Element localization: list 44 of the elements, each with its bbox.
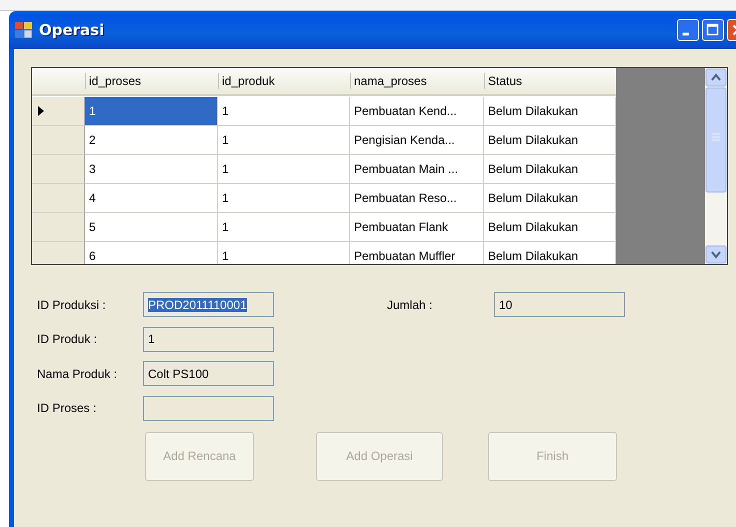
input-field[interactable]: Colt PS100 <box>143 361 274 386</box>
field-label: Jumlah : <box>387 298 434 312</box>
table-cell: Pengisian Kenda... <box>350 126 484 155</box>
field-label: ID Produk : <box>37 332 98 346</box>
field-label: ID Produksi : <box>37 298 107 312</box>
table-cell: 2 <box>85 126 218 155</box>
row-header[interactable] <box>32 126 85 155</box>
column-header[interactable]: id_proses <box>85 68 218 96</box>
row-header[interactable] <box>32 97 85 126</box>
table-cell: 1 <box>218 97 350 126</box>
table-cell: 1 <box>218 155 350 184</box>
table-cell: Pembuatan Flank <box>350 213 484 242</box>
maximize-button[interactable] <box>702 19 724 41</box>
table-cell: 1 <box>218 126 350 155</box>
corner-header <box>32 68 85 96</box>
row-header[interactable] <box>32 184 85 213</box>
column-header[interactable]: Status <box>484 68 616 96</box>
table-cell: 4 <box>85 184 218 213</box>
table-cell: 1 <box>85 97 218 126</box>
table-cell: 5 <box>85 213 218 242</box>
table-cell: Pembuatan Main ... <box>350 155 484 184</box>
row-header[interactable] <box>32 213 85 242</box>
field-label: Nama Produk : <box>37 366 118 380</box>
table-cell: Pembuatan Muffler <box>350 242 484 264</box>
table-cell: 3 <box>85 155 218 184</box>
window-title: Operasi <box>39 21 106 39</box>
current-row-icon <box>38 106 44 116</box>
app-icon <box>15 22 32 38</box>
scrollbar[interactable] <box>705 68 727 264</box>
field-label: ID Proses : <box>37 401 98 415</box>
minimize-button[interactable] <box>677 19 699 41</box>
table-cell: 6 <box>85 242 218 264</box>
table-cell: 1 <box>218 213 350 242</box>
input-field[interactable]: PROD2011110001 <box>143 292 274 317</box>
input-field[interactable]: 10 <box>494 292 625 317</box>
input-field[interactable] <box>143 396 274 420</box>
input-field[interactable]: 1 <box>143 326 274 352</box>
column-header[interactable]: id_produk <box>218 68 350 96</box>
table-cell: Pembuatan Kend... <box>350 97 484 126</box>
table-cell: 1 <box>218 242 350 264</box>
column-header[interactable]: nama_proses <box>350 68 484 96</box>
table-cell: 1 <box>218 184 350 213</box>
table-cell: Pembuatan Reso... <box>350 184 484 213</box>
row-header[interactable] <box>32 155 85 184</box>
